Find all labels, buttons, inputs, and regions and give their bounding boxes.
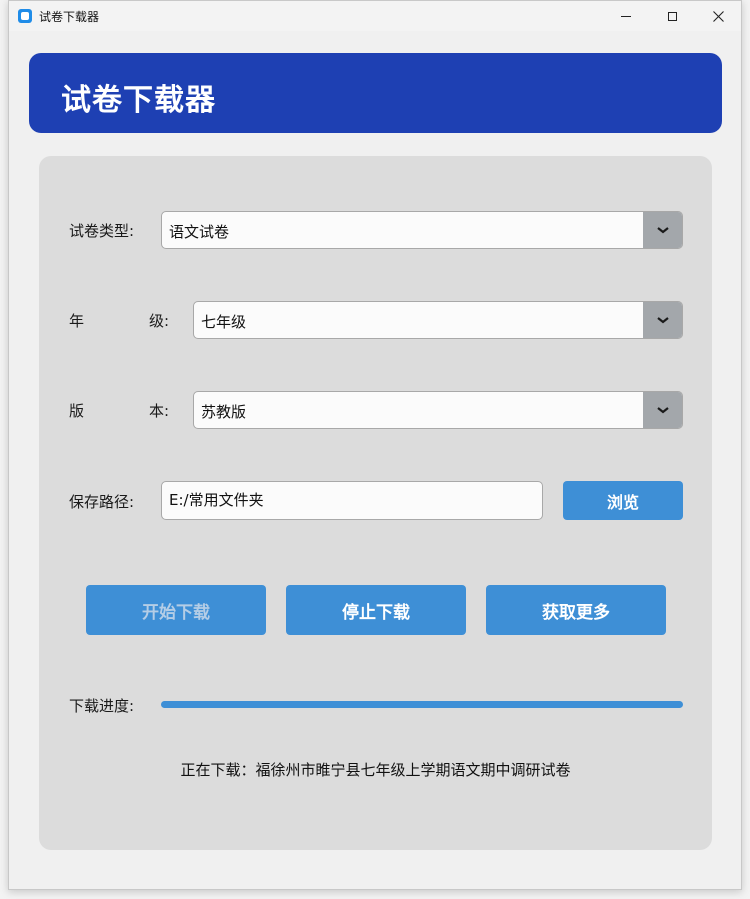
paper-type-label: 试卷类型: [69,222,135,240]
chevron-down-icon [656,407,669,414]
edition-dropdown-button[interactable] [643,392,682,428]
grade-label-right: 级: [149,312,170,330]
grade-select[interactable]: 七年级 [193,301,683,339]
edition-select[interactable]: 苏教版 [193,391,683,429]
title-bar: 试卷下载器 [9,1,741,31]
close-button[interactable] [695,1,741,31]
browse-button[interactable]: 浏览 [563,481,683,520]
close-icon [712,10,724,22]
chevron-down-icon [656,317,669,324]
paper-type-dropdown-button[interactable] [643,212,682,248]
edition-label-left: 版 [69,402,85,420]
maximize-button[interactable] [649,1,695,31]
chevron-down-icon [656,227,669,234]
app-icon [18,9,32,23]
edition-value: 苏教版 [201,403,247,421]
download-status-text: 正在下载：福徐州市睢宁县七年级上学期语文期中调研试卷 [180,761,571,779]
paper-type-select[interactable]: 语文试卷 [161,211,683,249]
stop-download-button[interactable]: 停止下载 [286,585,466,635]
save-path-label: 保存路径: [69,493,135,511]
download-progress-bar [161,701,683,708]
minimize-icon [621,15,631,17]
minimize-button[interactable] [603,1,649,31]
edition-label-right: 本: [149,402,170,420]
grade-value: 七年级 [201,313,247,331]
header-banner: 试卷下载器 [29,53,722,133]
window-title: 试卷下载器 [39,10,100,24]
app-window: 试卷下载器 试卷下载器 试卷类型: 语文试卷 年 级: 七年级 版 本: 苏教版… [8,0,742,890]
paper-type-value: 语文试卷 [169,223,230,241]
get-more-button[interactable]: 获取更多 [486,585,666,635]
save-path-input[interactable]: E:/常用文件夹 [161,481,543,520]
grade-dropdown-button[interactable] [643,302,682,338]
form-panel: 试卷类型: 语文试卷 年 级: 七年级 版 本: 苏教版 保存路径: E:/常用… [39,156,712,850]
page-title: 试卷下载器 [61,83,216,118]
grade-label-left: 年 [69,312,85,330]
progress-label: 下载进度: [69,697,135,715]
start-download-button[interactable]: 开始下载 [86,585,266,635]
maximize-icon [667,11,677,21]
